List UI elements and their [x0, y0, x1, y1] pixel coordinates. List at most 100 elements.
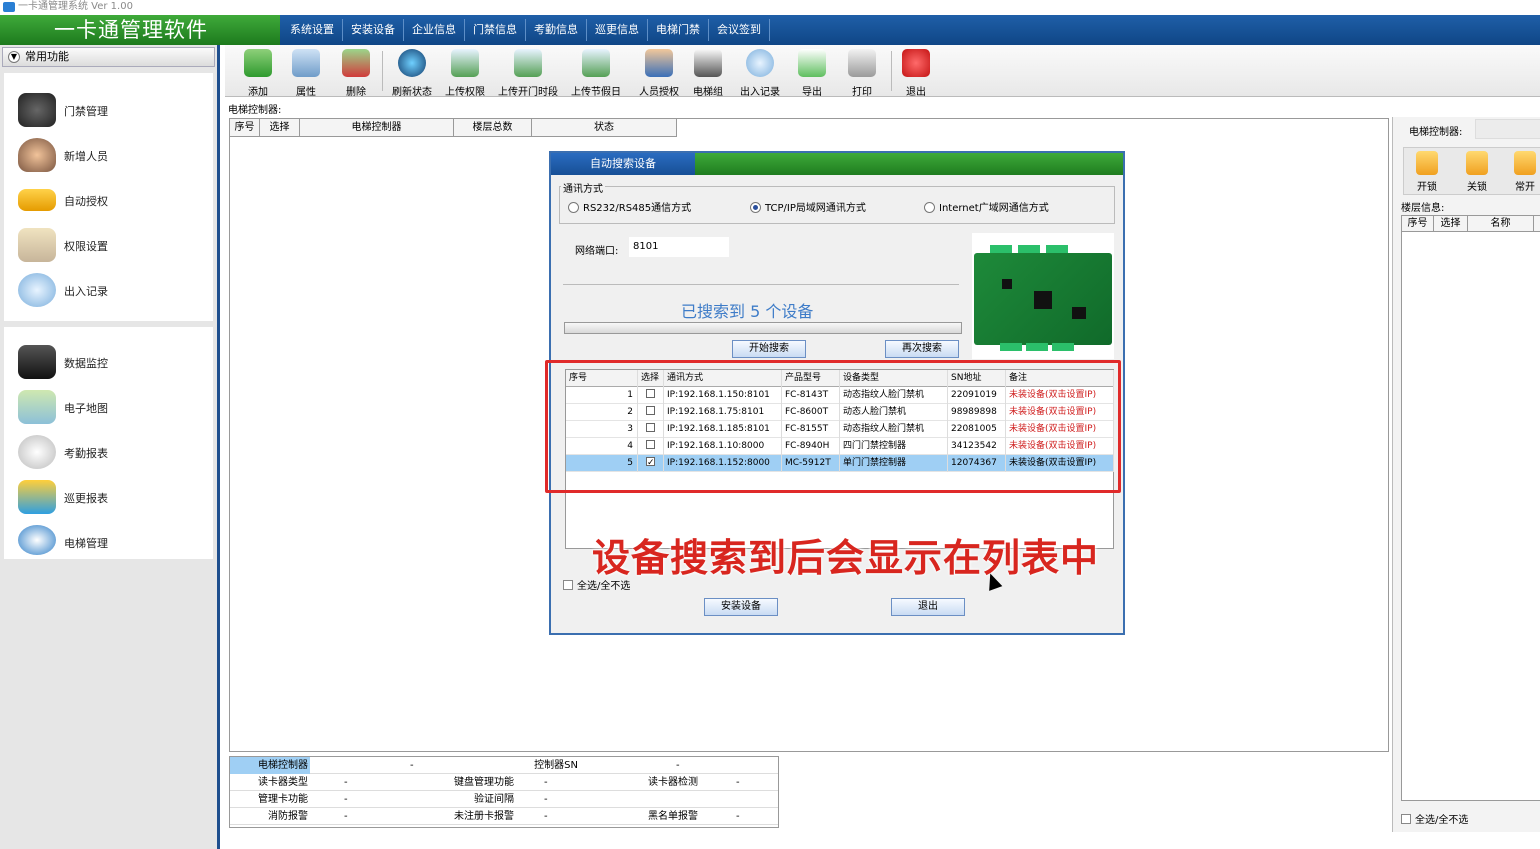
controller-grid-header: 序号 选择 电梯控制器 楼层总数 状态: [230, 119, 677, 137]
sidebar: ▼ 常用功能 门禁管理 新增人员 自动授权 权限设置 出入记录 数据监控 电子地…: [0, 45, 220, 849]
info-row: 读卡器类型 - 键盘管理功能 - 读卡器检测 -: [230, 774, 778, 791]
terminal-block: [1026, 343, 1048, 351]
sidebar-item-auto-auth[interactable]: 自动授权: [4, 177, 213, 222]
radio-icon[interactable]: [568, 202, 579, 213]
dialog-divider: [563, 284, 959, 285]
terminal-block: [990, 245, 1012, 253]
upload-permissions-button[interactable]: 上传权限: [443, 49, 487, 98]
menu-item-access[interactable]: 门禁信息: [465, 19, 526, 41]
toolbar-separator: [891, 51, 892, 91]
refresh-status-button[interactable]: 刷新状态: [389, 49, 435, 98]
window-title: 一卡通管理系统 Ver 1.00: [18, 1, 133, 12]
card-icon: [18, 189, 56, 211]
menu-item-system[interactable]: 系统设置: [282, 19, 343, 41]
controller-info-table: 电梯控制器 - 控制器SN - 读卡器类型 - 键盘管理功能 - 读卡器检测 -…: [229, 756, 779, 828]
lock-button[interactable]: 关锁: [1460, 151, 1494, 193]
sidebar-item-elevator[interactable]: 电梯管理: [4, 519, 213, 564]
menu-item-attendance[interactable]: 考勤信息: [526, 19, 587, 41]
elevator-icon: [18, 525, 56, 555]
col-controller[interactable]: 电梯控制器: [300, 119, 454, 136]
port-label: 网络端口:: [575, 246, 619, 257]
radio-selected-icon[interactable]: [750, 202, 761, 213]
sidebar-item-permissions[interactable]: 权限设置: [4, 222, 213, 267]
radio-icon[interactable]: [924, 202, 935, 213]
exit-button[interactable]: 退出: [899, 49, 933, 98]
radio-rs232[interactable]: RS232/RS485通信方式: [568, 199, 691, 214]
sidebar-item-add-person[interactable]: 新增人员: [4, 132, 213, 177]
dialog-exit-button[interactable]: 退出: [891, 598, 965, 616]
floor-grid[interactable]: 序号 选择 名称: [1401, 215, 1540, 801]
port-input[interactable]: 8101: [629, 237, 729, 257]
refresh-icon: [398, 49, 426, 77]
menu-item-meeting[interactable]: 会议签到: [709, 19, 770, 41]
right-controller-field[interactable]: [1475, 119, 1540, 139]
upload-open-times-button[interactable]: 上传开门时段: [497, 49, 559, 98]
floor-col-name[interactable]: 名称: [1468, 216, 1534, 231]
sidebar-item-map[interactable]: 电子地图: [4, 384, 213, 429]
col-select[interactable]: 选择: [260, 119, 300, 136]
menu-item-patrol[interactable]: 巡更信息: [587, 19, 648, 41]
add-button[interactable]: 添加: [241, 49, 275, 98]
upload-icon: [451, 49, 479, 77]
sidebar-header[interactable]: ▼ 常用功能: [2, 47, 215, 67]
start-search-button[interactable]: 开始搜索: [732, 340, 806, 358]
checkbox-icon[interactable]: [563, 580, 573, 590]
info-row: 电梯控制器 - 控制器SN -: [230, 757, 778, 774]
unlock-icon: [1416, 151, 1438, 175]
floor-col-select[interactable]: 选择: [1434, 216, 1468, 231]
floor-grid-header: 序号 选择 名称: [1402, 216, 1540, 232]
col-index[interactable]: 序号: [230, 119, 260, 136]
access-records-button[interactable]: 出入记录: [737, 49, 783, 98]
right-panel: 电梯控制器: 开锁 关锁 常开 楼层信息: 序号 选择 名称 全选/全不选: [1392, 117, 1540, 832]
sidebar-item-access[interactable]: 门禁管理: [4, 87, 213, 132]
delete-button[interactable]: 删除: [339, 49, 373, 98]
person-icon: [18, 138, 56, 172]
printer-icon: [848, 49, 876, 77]
delete-icon: [342, 49, 370, 77]
menu-item-company[interactable]: 企业信息: [404, 19, 465, 41]
clock-icon: [18, 435, 56, 469]
radio-internet[interactable]: Internet广域网通信方式: [924, 199, 1049, 214]
col-status[interactable]: 状态: [532, 119, 677, 136]
floor-col-index[interactable]: 序号: [1402, 216, 1434, 231]
info-row: 消防报警 - 未注册卡报警 - 黑名单报警 -: [230, 808, 778, 825]
right-controller-label: 电梯控制器:: [1409, 127, 1463, 138]
sidebar-group-reports: 数据监控 电子地图 考勤报表 巡更报表 电梯管理: [4, 327, 213, 559]
sidebar-item-attendance-report[interactable]: 考勤报表: [4, 429, 213, 474]
camera-icon: [18, 345, 56, 379]
always-open-button[interactable]: 常开: [1508, 151, 1540, 193]
radio-tcpip[interactable]: TCP/IP局域网通讯方式: [750, 199, 866, 214]
research-button[interactable]: 再次搜索: [885, 340, 959, 358]
sidebar-item-records[interactable]: 出入记录: [4, 267, 213, 312]
magnifier-icon: [18, 273, 56, 307]
chip: [1034, 291, 1052, 309]
dialog-title: 自动搜索设备: [551, 153, 695, 175]
app-icon: [3, 2, 15, 12]
export-button[interactable]: 导出: [795, 49, 829, 98]
chip: [1072, 307, 1086, 319]
sidebar-item-monitor[interactable]: 数据监控: [4, 339, 213, 384]
col-floors[interactable]: 楼层总数: [454, 119, 532, 136]
terminal-block: [1046, 245, 1068, 253]
checkbox-icon[interactable]: [1401, 814, 1411, 824]
lock-toolbar: 开锁 关锁 常开: [1403, 147, 1540, 195]
comm-mode-legend: 通讯方式: [561, 180, 605, 195]
window-titlebar: 一卡通管理系统 Ver 1.00: [0, 0, 1540, 14]
install-device-button[interactable]: 安装设备: [704, 598, 778, 616]
menu-item-install[interactable]: 安装设备: [343, 19, 404, 41]
circuit-board-image: [972, 233, 1114, 359]
person-auth-button[interactable]: 人员授权: [637, 49, 681, 98]
menu-item-elevator[interactable]: 电梯门禁: [648, 19, 709, 41]
upload-holidays-button[interactable]: 上传节假日: [569, 49, 623, 98]
main-menu: 系统设置 安装设备 企业信息 门禁信息 考勤信息 巡更信息 电梯门禁 会议签到: [282, 19, 770, 41]
collapse-icon[interactable]: ▼: [8, 51, 20, 63]
sidebar-item-patrol-report[interactable]: 巡更报表: [4, 474, 213, 519]
highlight-box: [545, 360, 1121, 493]
person-auth-icon: [645, 49, 673, 77]
print-button[interactable]: 打印: [845, 49, 879, 98]
elevator-group-button[interactable]: 电梯组: [691, 49, 725, 98]
unlock-button[interactable]: 开锁: [1410, 151, 1444, 193]
properties-button[interactable]: 属性: [289, 49, 323, 98]
floor-select-all[interactable]: 全选/全不选: [1401, 811, 1468, 826]
lock-icon: [1466, 151, 1488, 175]
